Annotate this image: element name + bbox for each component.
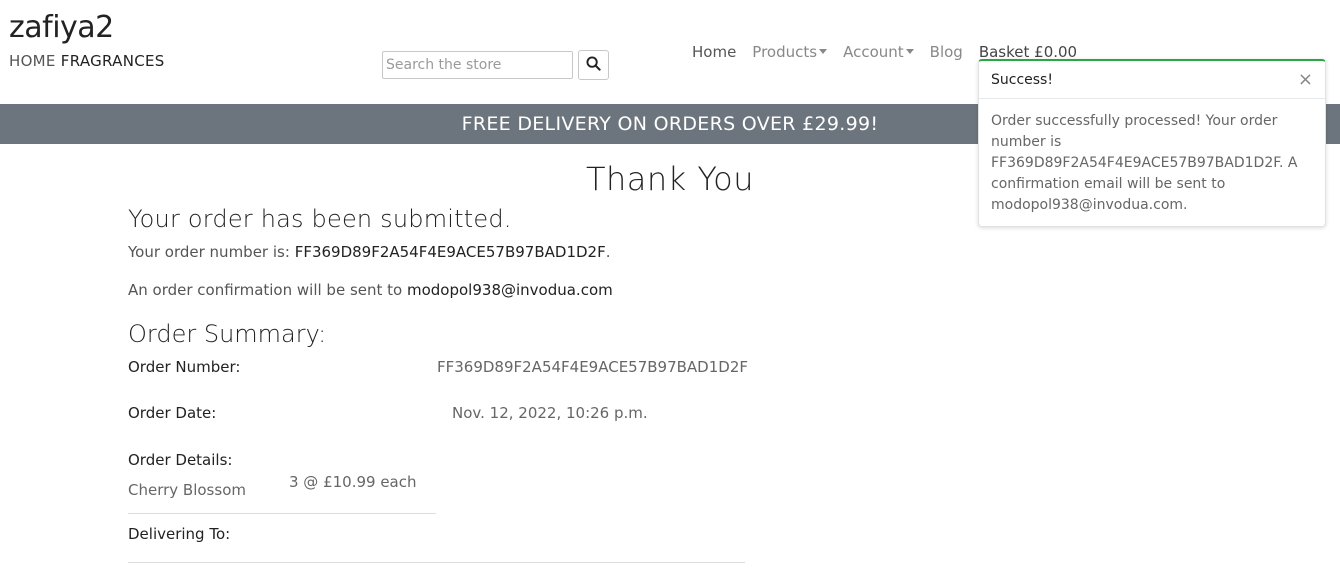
caret-down-icon — [905, 49, 914, 54]
divider — [128, 513, 436, 514]
toast-title: Success! — [991, 71, 1053, 88]
order-number-value: FF369D89F2A54F4E9ACE57B97BAD1D2F — [436, 358, 748, 376]
submitted-heading: Your order has been submitted. — [128, 205, 512, 233]
toast-header: Success! × — [979, 61, 1325, 99]
order-date-value: Nov. 12, 2022, 10:26 p.m. — [452, 404, 648, 422]
delivering-to-label: Delivering To: — [128, 525, 231, 543]
confirmation-line: An order confirmation will be sent to mo… — [128, 281, 748, 299]
site-subtitle: HOME FRAGRANCES — [9, 52, 165, 70]
order-confirmation: Your order has been submitted. Your orde… — [128, 205, 748, 563]
order-number-prefix: Your order number is: — [128, 243, 290, 261]
order-number-strong: FF369D89F2A54F4E9ACE57B97BAD1D2F — [294, 243, 606, 261]
search-input[interactable] — [382, 51, 573, 79]
item-quantity: 3 @ £10.99 each — [289, 473, 417, 491]
caret-down-icon — [819, 49, 828, 54]
toast-message: Order successfully processed! Your order… — [991, 113, 1298, 213]
site-title[interactable]: zafiya2 — [9, 8, 165, 48]
confirmation-prefix: An order confirmation will be sent to — [128, 281, 403, 299]
search-button[interactable] — [578, 50, 609, 80]
nav-products-label: Products — [752, 43, 818, 61]
nav-account[interactable]: Account — [843, 43, 914, 61]
order-number-label: Order Number: — [128, 358, 241, 376]
order-number-row: Order Number: FF369D89F2A54F4E9ACE57B97B… — [128, 358, 748, 376]
divider — [128, 562, 745, 563]
nav-products[interactable]: Products — [752, 43, 828, 61]
item-name: Cherry Blossom — [128, 481, 246, 499]
confirmation-email: modopol938@invodua.com — [407, 281, 613, 299]
order-details-label: Order Details: — [128, 451, 233, 469]
order-date-label: Order Date: — [128, 404, 217, 422]
search-form — [382, 50, 609, 80]
nav-account-label: Account — [843, 43, 904, 61]
nav-home[interactable]: Home — [692, 43, 736, 61]
order-date-row: Order Date: Nov. 12, 2022, 10:26 p.m. — [128, 404, 748, 422]
subtitle-home: HOME — [9, 52, 56, 70]
close-icon[interactable]: × — [1298, 70, 1313, 89]
nav-blog[interactable]: Blog — [930, 43, 963, 61]
brand[interactable]: zafiya2 HOME FRAGRANCES — [9, 8, 165, 70]
order-item: Cherry Blossom 3 @ £10.99 each — [128, 473, 748, 499]
subtitle-fragrances: FRAGRANCES — [60, 52, 165, 70]
search-icon — [586, 55, 601, 75]
order-summary-heading: Order Summary: — [128, 320, 327, 348]
success-toast: Success! × Order successfully processed!… — [978, 59, 1326, 227]
order-number-line: Your order number is: FF369D89F2A54F4E9A… — [128, 243, 748, 261]
order-number-period: . — [605, 243, 611, 261]
